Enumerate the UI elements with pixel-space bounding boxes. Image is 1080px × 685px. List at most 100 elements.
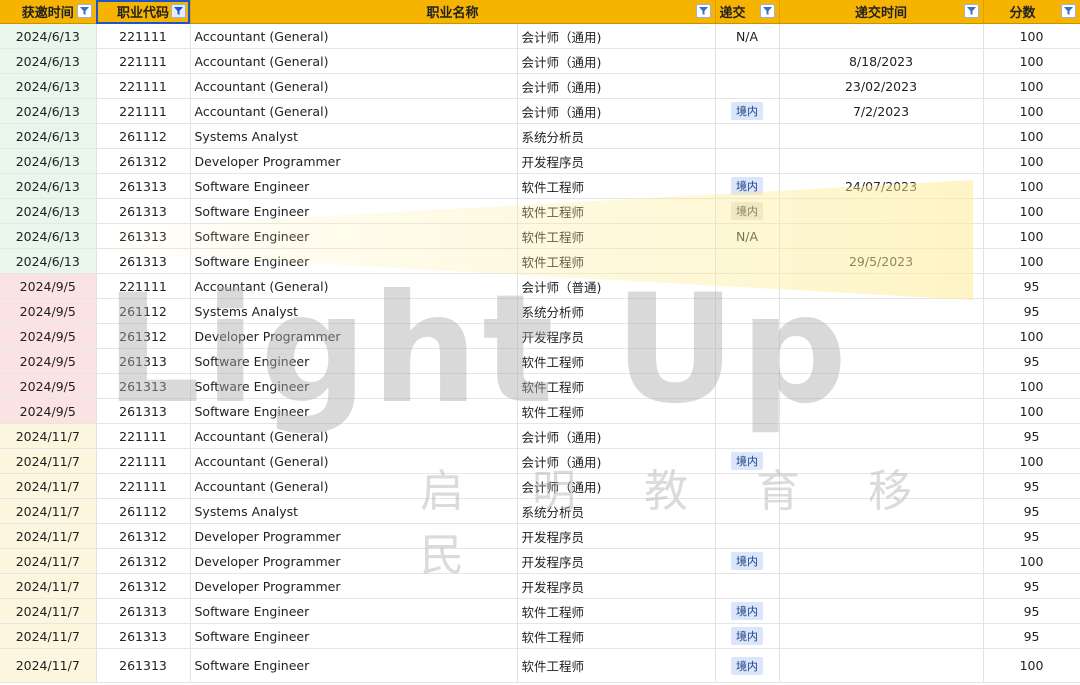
cell-score[interactable]: 100	[983, 198, 1080, 224]
cell-occupation-cn[interactable]: 会计师（通用)	[517, 23, 716, 49]
table-row[interactable]: 2024/11/7 261112 Systems Analyst 系统分析员 95	[0, 498, 1080, 524]
cell-score[interactable]: 100	[983, 448, 1080, 474]
cell-submission[interactable]	[715, 123, 780, 149]
cell-submission-time[interactable]	[779, 423, 984, 449]
cell-occupation-code[interactable]: 261313	[96, 248, 191, 274]
cell-invite-date[interactable]: 2024/6/13	[0, 48, 97, 74]
cell-occupation-en[interactable]: Software Engineer	[190, 248, 518, 274]
cell-occupation-code[interactable]: 261313	[96, 223, 191, 249]
cell-score[interactable]: 95	[983, 498, 1080, 524]
cell-score[interactable]: 100	[983, 48, 1080, 74]
cell-submission-time[interactable]	[779, 523, 984, 549]
cell-invite-date[interactable]: 2024/11/7	[0, 448, 97, 474]
cell-submission[interactable]	[715, 473, 780, 499]
table-row[interactable]: 2024/6/13 221111 Accountant (General) 会计师（通…	[0, 98, 1080, 124]
cell-submission[interactable]	[715, 498, 780, 524]
cell-occupation-en[interactable]: Software Engineer	[190, 373, 518, 399]
cell-invite-date[interactable]: 2024/11/7	[0, 548, 97, 574]
table-row[interactable]: 2024/6/13 221111 Accountant (General) 会计师（通…	[0, 23, 1080, 49]
cell-submission[interactable]: 境内	[715, 623, 780, 649]
cell-score[interactable]: 95	[983, 623, 1080, 649]
table-row[interactable]: 2024/6/13 221111 Accountant (General) 会计师（通…	[0, 48, 1080, 74]
cell-occupation-en[interactable]: Accountant (General)	[190, 48, 518, 74]
table-row[interactable]: 2024/6/13 261312 Developer Programmer 开发程序员…	[0, 148, 1080, 174]
cell-occupation-en[interactable]: Software Engineer	[190, 598, 518, 624]
cell-occupation-cn[interactable]: 会计师（通用)	[517, 473, 716, 499]
header-occupation-name[interactable]: 职业名称	[190, 0, 716, 24]
cell-submission[interactable]	[715, 73, 780, 99]
cell-score[interactable]: 95	[983, 523, 1080, 549]
cell-submission[interactable]	[715, 298, 780, 324]
cell-invite-date[interactable]: 2024/6/13	[0, 98, 97, 124]
cell-occupation-cn[interactable]: 会计师（通用)	[517, 98, 716, 124]
cell-score[interactable]: 95	[983, 423, 1080, 449]
cell-occupation-code[interactable]: 221111	[96, 448, 191, 474]
filter-icon[interactable]	[1060, 4, 1076, 18]
cell-occupation-en[interactable]: Systems Analyst	[190, 123, 518, 149]
cell-submission-time[interactable]	[779, 123, 984, 149]
cell-score[interactable]: 100	[983, 648, 1080, 683]
cell-occupation-en[interactable]: Software Engineer	[190, 198, 518, 224]
cell-submission-time[interactable]: 23/02/2023	[779, 73, 984, 99]
cell-occupation-cn[interactable]: 开发程序员	[517, 548, 716, 574]
table-row[interactable]: 2024/11/7 261313 Software Engineer 软件工程师 境内 9…	[0, 598, 1080, 624]
cell-score[interactable]: 100	[983, 548, 1080, 574]
cell-submission[interactable]	[715, 373, 780, 399]
cell-invite-date[interactable]: 2024/6/13	[0, 198, 97, 224]
cell-occupation-cn[interactable]: 软件工程师	[517, 198, 716, 224]
cell-occupation-cn[interactable]: 开发程序员	[517, 148, 716, 174]
cell-occupation-en[interactable]: Developer Programmer	[190, 148, 518, 174]
cell-occupation-code[interactable]: 261312	[96, 548, 191, 574]
cell-submission[interactable]	[715, 523, 780, 549]
cell-occupation-cn[interactable]: 会计师（普通)	[517, 273, 716, 299]
header-invite-date[interactable]: 获邀时间	[0, 0, 97, 24]
cell-score[interactable]: 95	[983, 598, 1080, 624]
header-score[interactable]: 分数	[983, 0, 1080, 24]
cell-occupation-en[interactable]: Developer Programmer	[190, 323, 518, 349]
header-occupation-code[interactable]: 职业代码	[96, 0, 191, 24]
cell-submission-time[interactable]: 29/5/2023	[779, 248, 984, 274]
cell-submission-time[interactable]	[779, 348, 984, 374]
cell-occupation-cn[interactable]: 会计师（通用)	[517, 73, 716, 99]
cell-invite-date[interactable]: 2024/6/13	[0, 173, 97, 199]
table-row[interactable]: 2024/6/13 261313 Software Engineer 软件工程师 境内 2…	[0, 173, 1080, 199]
cell-occupation-en[interactable]: Systems Analyst	[190, 298, 518, 324]
cell-score[interactable]: 100	[983, 73, 1080, 99]
table-row[interactable]: 2024/6/13 261313 Software Engineer 软件工程师 N/A…	[0, 223, 1080, 249]
cell-occupation-code[interactable]: 261312	[96, 148, 191, 174]
filter-icon[interactable]	[963, 4, 979, 18]
filter-icon[interactable]	[759, 4, 775, 18]
cell-submission[interactable]: 境内	[715, 173, 780, 199]
cell-score[interactable]: 95	[983, 573, 1080, 599]
cell-occupation-en[interactable]: Accountant (General)	[190, 273, 518, 299]
table-row[interactable]: 2024/9/5 261313 Software Engineer 软件工程师 95	[0, 348, 1080, 374]
cell-submission[interactable]	[715, 323, 780, 349]
cell-submission-time[interactable]	[779, 598, 984, 624]
table-row[interactable]: 2024/11/7 261312 Developer Programmer 开发程序员…	[0, 548, 1080, 574]
cell-occupation-code[interactable]: 261313	[96, 598, 191, 624]
cell-submission[interactable]: N/A	[715, 23, 780, 49]
table-row[interactable]: 2024/6/13 261313 Software Engineer 软件工程师 境内 1…	[0, 198, 1080, 224]
cell-occupation-en[interactable]: Software Engineer	[190, 348, 518, 374]
cell-invite-date[interactable]: 2024/6/13	[0, 248, 97, 274]
cell-invite-date[interactable]: 2024/9/5	[0, 348, 97, 374]
cell-invite-date[interactable]: 2024/11/7	[0, 523, 97, 549]
cell-score[interactable]: 100	[983, 373, 1080, 399]
cell-occupation-code[interactable]: 221111	[96, 473, 191, 499]
cell-submission[interactable]: 境内	[715, 598, 780, 624]
cell-submission-time[interactable]	[779, 23, 984, 49]
cell-score[interactable]: 100	[983, 123, 1080, 149]
cell-occupation-cn[interactable]: 软件工程师	[517, 648, 716, 683]
cell-occupation-en[interactable]: Software Engineer	[190, 648, 518, 683]
cell-submission-time[interactable]	[779, 273, 984, 299]
cell-score[interactable]: 100	[983, 323, 1080, 349]
cell-occupation-code[interactable]: 261112	[96, 123, 191, 149]
table-row[interactable]: 2024/11/7 261313 Software Engineer 软件工程师 境内 9…	[0, 623, 1080, 649]
cell-submission-time[interactable]	[779, 373, 984, 399]
cell-occupation-code[interactable]: 261313	[96, 648, 191, 683]
cell-submission-time[interactable]	[779, 573, 984, 599]
cell-occupation-cn[interactable]: 软件工程师	[517, 348, 716, 374]
cell-occupation-cn[interactable]: 开发程序员	[517, 573, 716, 599]
cell-occupation-cn[interactable]: 软件工程师	[517, 173, 716, 199]
cell-invite-date[interactable]: 2024/9/5	[0, 273, 97, 299]
